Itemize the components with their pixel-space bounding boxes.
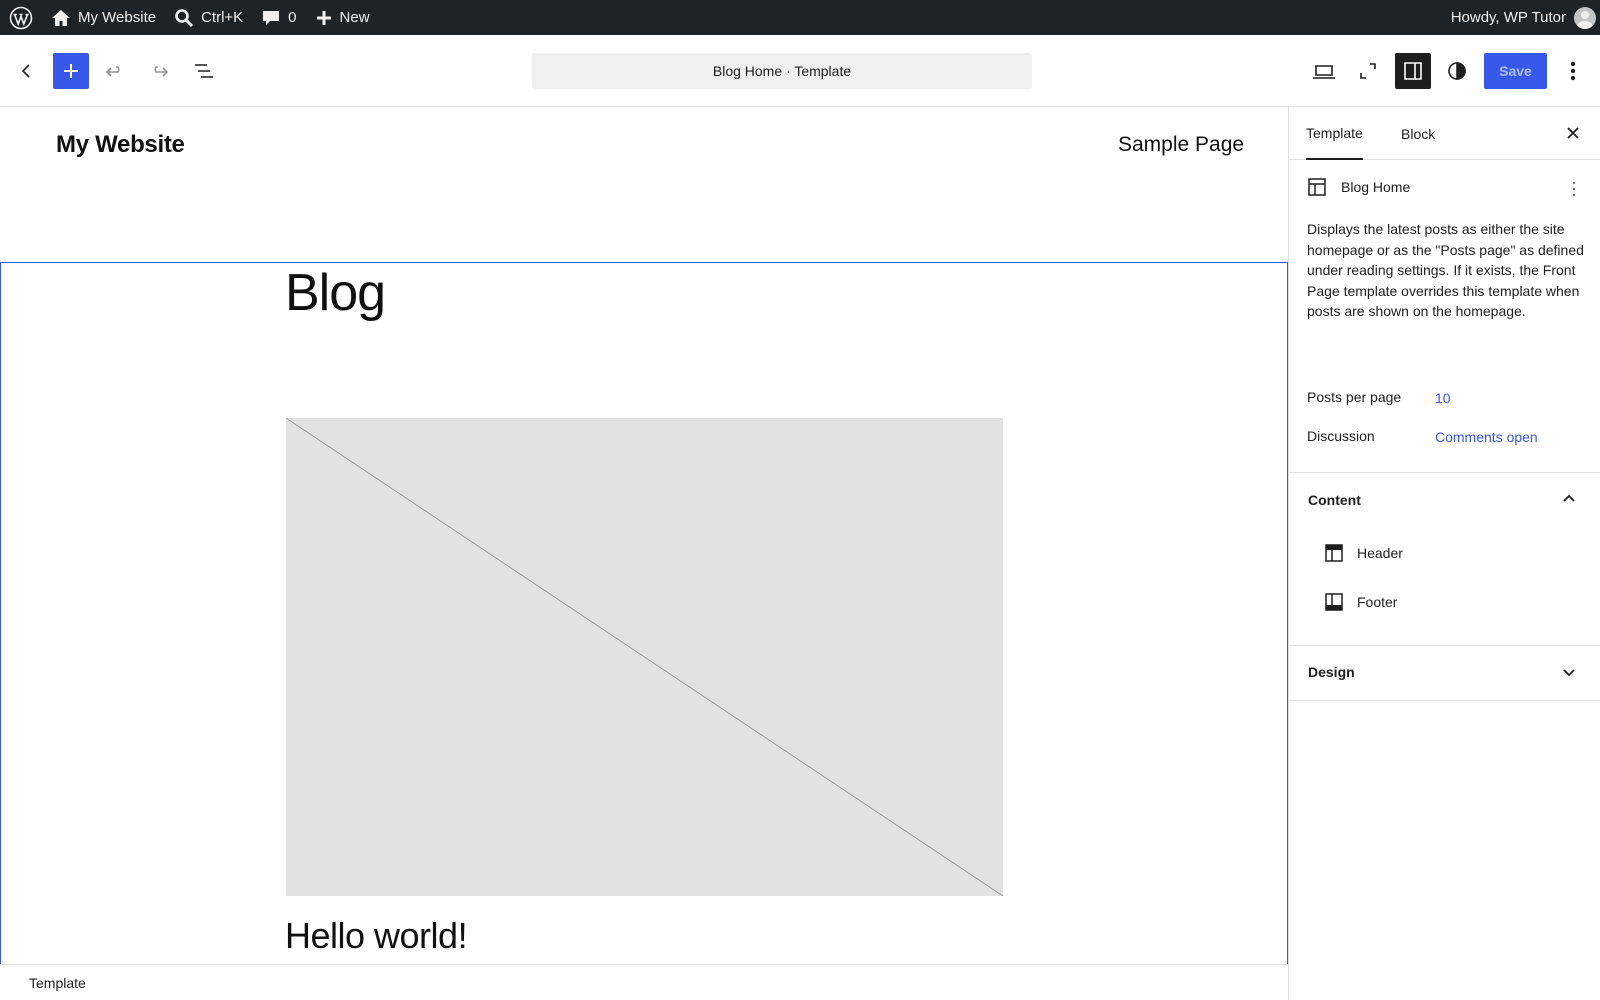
block-breadcrumb-bar: Template	[0, 964, 1288, 1000]
search-shortcut-label: Ctrl+K	[201, 9, 244, 26]
breadcrumb-template[interactable]: Template	[29, 975, 86, 991]
desktop-icon	[1313, 65, 1335, 79]
discussion-label: Discussion	[1307, 428, 1375, 444]
page-heading[interactable]: Blog	[285, 263, 386, 323]
site-title[interactable]: My Website	[56, 131, 185, 159]
tab-block[interactable]: Block	[1401, 107, 1435, 160]
template-actions-button[interactable]	[1569, 179, 1579, 204]
nav-item-sample-page[interactable]: Sample Page	[1118, 133, 1244, 157]
avatar	[1574, 6, 1596, 29]
home-icon	[52, 9, 70, 26]
document-title: Blog Home · Template	[712, 63, 852, 79]
content-panel-chevron[interactable]	[1559, 489, 1579, 514]
close-sidebar-button[interactable]	[1563, 123, 1583, 143]
redo-button[interactable]	[141, 53, 177, 89]
chevron-down-icon	[1563, 669, 1575, 677]
document-title-bar[interactable]: Blog Home · Template	[532, 53, 1032, 89]
back-button[interactable]	[8, 53, 44, 89]
template-description: Displays the latest posts as either the …	[1307, 221, 1584, 319]
comments-link[interactable]: 0	[252, 0, 305, 35]
search-command-link[interactable]: Ctrl+K	[165, 0, 252, 35]
undo-icon	[105, 66, 120, 77]
content-item-footer-label: Footer	[1357, 594, 1398, 610]
featured-image-placeholder[interactable]	[286, 418, 1003, 896]
layout-icon	[1308, 178, 1326, 196]
more-vertical-icon	[1570, 61, 1576, 81]
sidebar-tabs: Template Block	[1289, 107, 1600, 160]
divider	[1289, 472, 1600, 473]
settings-sidebar: Template Block Blog Home Displays the la…	[1288, 107, 1600, 1000]
device-preview-button[interactable]	[1306, 53, 1342, 89]
editor-canvas[interactable]: My Website Sample Page Blog Hello world!	[0, 107, 1288, 964]
document-overview-button[interactable]	[186, 53, 222, 89]
content-item-header[interactable]: Header	[1324, 543, 1403, 563]
my-account-link[interactable]: Howdy, WP Tutor	[1450, 6, 1600, 29]
content-item-footer[interactable]: Footer	[1324, 592, 1397, 612]
chevron-left-icon	[21, 64, 30, 78]
footer-part-icon	[1325, 593, 1343, 611]
comments-count: 0	[288, 9, 297, 26]
more-vertical-icon	[1572, 181, 1576, 197]
styles-button[interactable]	[1439, 53, 1475, 89]
content-panel-toggle[interactable]: Content	[1308, 492, 1361, 508]
discussion-value[interactable]: Comments open	[1435, 429, 1538, 445]
wordpress-logo-button[interactable]	[0, 0, 42, 35]
close-icon	[1567, 127, 1579, 139]
plus-icon	[64, 64, 78, 78]
site-name-link[interactable]: My Website	[42, 0, 165, 35]
save-button[interactable]: Save	[1484, 53, 1547, 89]
design-panel-chevron[interactable]	[1559, 662, 1579, 687]
search-icon	[175, 8, 194, 27]
settings-sidebar-toggle[interactable]	[1395, 53, 1431, 89]
template-name: Blog Home	[1341, 179, 1411, 195]
divider	[1289, 645, 1600, 646]
redo-icon	[154, 66, 169, 77]
divider	[1289, 700, 1600, 701]
undo-button[interactable]	[97, 53, 133, 89]
template-card: Blog Home	[1307, 177, 1410, 197]
block-inserter-button[interactable]	[53, 53, 89, 89]
zoom-out-button[interactable]	[1350, 53, 1386, 89]
list-view-icon	[195, 64, 213, 78]
plus-icon	[316, 10, 331, 25]
post-title[interactable]: Hello world!	[285, 915, 468, 957]
new-label: New	[339, 9, 370, 26]
sidebar-icon	[1404, 62, 1422, 80]
admin-bar: My Website Ctrl+K 0 New Howdy, WP Tutor	[0, 0, 1600, 35]
wordpress-logo-icon	[9, 6, 33, 29]
expand-icon	[1360, 63, 1376, 79]
editor-header: Blog Home · Template Save	[0, 35, 1600, 107]
comment-bubble-icon	[263, 10, 280, 25]
chevron-up-icon	[1563, 494, 1575, 502]
design-panel-toggle[interactable]: Design	[1308, 664, 1355, 680]
options-menu-button[interactable]	[1555, 53, 1591, 89]
posts-per-page-value[interactable]: 10	[1435, 390, 1451, 406]
tab-template[interactable]: Template	[1306, 107, 1363, 160]
half-circle-contrast-icon	[1448, 62, 1466, 80]
new-content-link[interactable]: New	[306, 0, 379, 35]
header-part-icon	[1325, 544, 1343, 562]
image-placeholder-diagonal	[286, 418, 1003, 896]
greeting-label: Howdy, WP Tutor	[1450, 9, 1566, 26]
site-name-label: My Website	[78, 9, 157, 26]
posts-per-page-label: Posts per page	[1307, 389, 1402, 405]
content-item-header-label: Header	[1357, 545, 1403, 561]
